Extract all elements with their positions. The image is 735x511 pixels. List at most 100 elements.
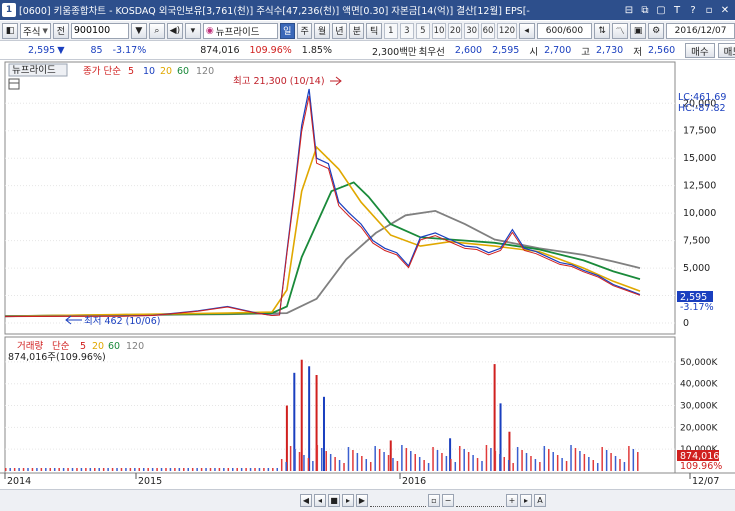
volume-bar-small xyxy=(298,452,301,471)
maximize-icon[interactable]: ▢ xyxy=(655,5,667,16)
interval-60[interactable]: 60 xyxy=(480,22,496,39)
zoom-in-icon[interactable]: + xyxy=(506,494,518,507)
volume-bar-small xyxy=(209,468,212,471)
volume-bar-small xyxy=(521,450,523,471)
chart-type-icon[interactable]: 〽 xyxy=(612,22,629,39)
search-icon[interactable]: ⌕ xyxy=(148,22,165,39)
chart-area[interactable]: 20,000 17,500 15,000 12,500 10,000 7,500 5,000… xyxy=(0,61,735,489)
volume-bar-small xyxy=(369,462,372,471)
period-month[interactable]: 월 xyxy=(314,22,330,39)
period-day[interactable]: 일 xyxy=(279,22,295,39)
close-icon[interactable]: ✕ xyxy=(719,5,731,16)
price-y-tick: 10,000 xyxy=(683,208,716,219)
interval-30[interactable]: 30 xyxy=(464,22,479,39)
volume-bar-small xyxy=(601,447,603,471)
stock-chart[interactable]: 20,00017,50015,00012,50010,0007,5005,000… xyxy=(0,61,735,489)
font-icon[interactable]: T xyxy=(671,5,683,16)
volume-bar-small xyxy=(254,468,256,471)
volume-bar-small xyxy=(156,468,158,471)
volume-bar-small xyxy=(160,468,163,471)
volume-bar-small xyxy=(543,446,546,471)
volume-bar-small xyxy=(556,455,559,471)
volume-bar-small xyxy=(356,453,359,471)
volume-bar-small xyxy=(552,452,554,471)
period-year[interactable]: 년 xyxy=(331,22,348,39)
volume-bar-small xyxy=(565,461,568,471)
volume-bar-small xyxy=(343,463,345,471)
prev-button[interactable]: 전 xyxy=(52,22,69,39)
market-select[interactable]: 주식 ▼ xyxy=(20,22,51,39)
volume-bar-small xyxy=(142,468,145,471)
scroll-first-icon[interactable]: ◀ xyxy=(300,494,312,507)
volume-bar-small xyxy=(583,454,586,471)
change-percent: -3.17% xyxy=(112,45,147,56)
scroll-prev-icon[interactable]: ◂ xyxy=(314,494,326,507)
layout-icon[interactable]: ◧ xyxy=(2,22,18,39)
stock-code-input[interactable] xyxy=(70,22,129,39)
chevron-right-icon[interactable]: ▸ xyxy=(520,494,532,507)
volume-bar-small xyxy=(392,458,394,471)
volume-bar xyxy=(285,405,288,471)
volume-legend-name: 거래량 xyxy=(17,340,43,352)
window-titlebar: 1 [0600] 키움종합차트 - KOSDAQ 외국인보유[3,761(천)]… xyxy=(0,0,735,20)
interval-1[interactable]: 1 xyxy=(383,22,398,39)
text-icon[interactable]: A xyxy=(534,494,546,507)
volume-bar-small xyxy=(525,453,528,471)
scroll-track[interactable] xyxy=(456,494,504,507)
speaker-icon[interactable]: ◀) xyxy=(166,22,183,39)
scroll-last-icon[interactable]: ▶ xyxy=(356,494,368,507)
stock-name-box[interactable]: ◉ 뉴프라이드 xyxy=(202,22,278,39)
zoom-slider[interactable] xyxy=(370,494,426,507)
period-minute[interactable]: 분 xyxy=(349,22,365,39)
chart-toolbar: ◧ 주식▼ 전 ▼ ⌕ ◀) ▾ ◉뉴프라이드 일 주 월 년 분 틱 1 3 … xyxy=(0,21,735,41)
data-count-input[interactable]: 600/600 xyxy=(536,22,593,39)
save-icon[interactable]: ▣ xyxy=(630,22,647,39)
volume-bar-small xyxy=(151,468,154,471)
volume-bar-small xyxy=(107,468,109,471)
volume-bar-small xyxy=(418,457,421,471)
volume-bar-small xyxy=(637,452,639,471)
volume-bar-small xyxy=(632,449,635,471)
vol-ma120-label: 120 xyxy=(126,341,144,352)
zoom-reset-icon[interactable]: ▫ xyxy=(428,494,440,507)
volume-bar-small xyxy=(71,468,74,471)
zoom-out-icon[interactable]: − xyxy=(442,494,454,507)
arrow-down-icon[interactable]: ▾ xyxy=(184,22,201,39)
period-tick[interactable]: 틱 xyxy=(366,22,382,39)
volume-bar-small xyxy=(574,448,577,471)
interval-120[interactable]: 120 xyxy=(497,22,517,39)
volume-bar-small xyxy=(432,447,434,471)
stop-icon[interactable]: ■ xyxy=(328,494,340,507)
arrow-left-icon[interactable]: ◂ xyxy=(518,22,535,39)
date-input[interactable]: 2016/12/07 xyxy=(666,22,735,39)
help-icon[interactable]: ? xyxy=(687,5,699,16)
settings-icon[interactable]: ⚙ xyxy=(648,22,665,39)
link-icon[interactable]: ⊟ xyxy=(623,5,635,16)
volume-bar-small xyxy=(249,468,252,471)
volume-bar-small xyxy=(503,457,506,471)
scroll-next-icon[interactable]: ▸ xyxy=(342,494,354,507)
sell-button[interactable]: 매도 xyxy=(717,43,735,58)
interval-20[interactable]: 20 xyxy=(448,22,463,39)
minimize-icon[interactable]: ▫ xyxy=(703,5,715,16)
buy-button[interactable]: 매수 xyxy=(685,43,715,58)
volume-bar-small xyxy=(240,468,243,471)
code-dropdown-icon[interactable]: ▼ xyxy=(130,22,147,39)
volume-bar-small xyxy=(329,454,332,471)
realtime-icon[interactable]: ⇅ xyxy=(594,22,611,39)
volume-bar-small xyxy=(120,468,123,471)
period-week[interactable]: 주 xyxy=(296,22,313,39)
copy-icon[interactable]: ⧉ xyxy=(639,5,651,16)
volume-bar-small xyxy=(414,454,416,471)
turnover-rate: 1.85% xyxy=(301,45,332,56)
volume-bar-small xyxy=(62,468,65,471)
volume-bar-small xyxy=(338,460,341,471)
volume-bar-small xyxy=(534,459,537,471)
interval-10[interactable]: 10 xyxy=(431,22,447,39)
volume-bar-small xyxy=(387,455,390,471)
volume-bar-small xyxy=(596,463,599,471)
volume-bar-small xyxy=(383,452,385,471)
interval-5[interactable]: 5 xyxy=(415,22,430,39)
app-icon: 1 xyxy=(2,3,16,17)
interval-3[interactable]: 3 xyxy=(399,22,414,39)
